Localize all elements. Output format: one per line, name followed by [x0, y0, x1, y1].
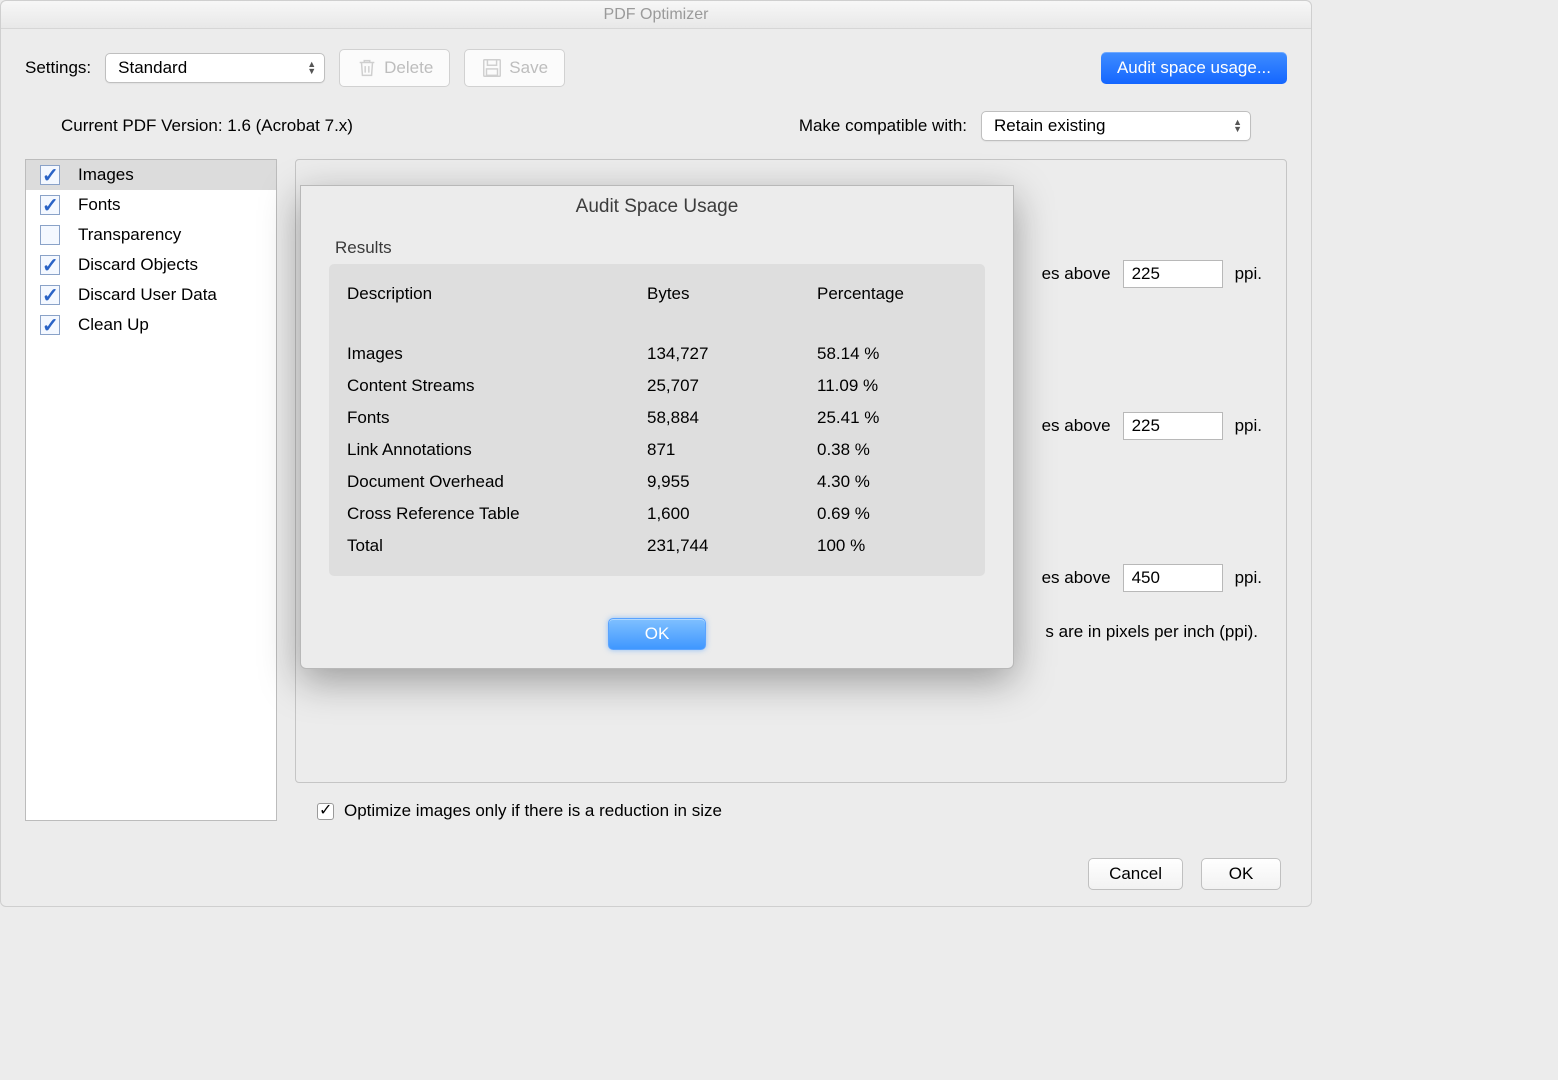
cell-desc: Link Annotations — [347, 440, 647, 460]
dialog-ok-button[interactable]: OK — [608, 618, 706, 650]
cell-pct: 58.14 % — [817, 344, 967, 364]
cell-desc: Total — [347, 536, 647, 556]
compatibility-select-value: Retain existing — [994, 116, 1106, 136]
checkbox-icon[interactable] — [40, 315, 60, 335]
settings-label: Settings: — [25, 58, 91, 78]
sidebar-item-label: Fonts — [78, 195, 121, 215]
checkbox-icon[interactable] — [40, 225, 60, 245]
delete-button-label: Delete — [384, 58, 433, 78]
cell-pct: 100 % — [817, 536, 967, 556]
sidebar-item-clean-up[interactable]: Clean Up — [26, 310, 276, 340]
table-row: Cross Reference Table 1,600 0.69 % — [347, 498, 967, 530]
save-button-label: Save — [509, 58, 548, 78]
make-compatible-label: Make compatible with: — [799, 116, 967, 136]
ppi-input-1[interactable] — [1123, 260, 1223, 288]
ppi-input-2[interactable] — [1123, 412, 1223, 440]
dialog-title: Audit Space Usage — [301, 186, 1013, 238]
checkbox-icon[interactable] — [40, 285, 60, 305]
audit-space-usage-button[interactable]: Audit space usage... — [1101, 52, 1287, 84]
audit-space-usage-dialog: Audit Space Usage Results Description By… — [300, 185, 1014, 669]
table-row: Images 134,727 58.14 % — [347, 338, 967, 370]
ppi-row-text: es above — [1042, 416, 1111, 436]
ppi-unit: ppi. — [1235, 264, 1262, 284]
settings-select-value: Standard — [118, 58, 187, 78]
sidebar-item-label: Images — [78, 165, 134, 185]
sidebar-item-fonts[interactable]: Fonts — [26, 190, 276, 220]
ppi-unit: ppi. — [1235, 568, 1262, 588]
optimize-only-if-reduction-row: Optimize images only if there is a reduc… — [295, 783, 1287, 821]
floppy-icon — [481, 56, 503, 80]
cell-bytes: 134,727 — [647, 344, 817, 364]
compatibility-select[interactable]: Retain existing ▲▼ — [981, 111, 1251, 141]
sidebar-item-images[interactable]: Images — [26, 160, 276, 190]
sidebar-item-discard-objects[interactable]: Discard Objects — [26, 250, 276, 280]
ppi-row-text: es above — [1042, 264, 1111, 284]
cell-bytes: 231,744 — [647, 536, 817, 556]
cell-bytes: 58,884 — [647, 408, 817, 428]
cell-bytes: 9,955 — [647, 472, 817, 492]
sidebar-item-label: Discard User Data — [78, 285, 217, 305]
optimize-only-checkbox[interactable] — [317, 803, 334, 820]
version-compat-row: Current PDF Version: 1.6 (Acrobat 7.x) M… — [1, 97, 1311, 149]
save-button: Save — [464, 49, 565, 87]
delete-button: Delete — [339, 49, 450, 87]
checkbox-icon[interactable] — [40, 195, 60, 215]
sidebar-item-label: Clean Up — [78, 315, 149, 335]
chevron-updown-icon: ▲▼ — [1233, 119, 1242, 133]
table-row: Link Annotations 871 0.38 % — [347, 434, 967, 466]
ppi-unit: ppi. — [1235, 416, 1262, 436]
cell-pct: 0.69 % — [817, 504, 967, 524]
table-row: Content Streams 25,707 11.09 % — [347, 370, 967, 402]
table-row: Fonts 58,884 25.41 % — [347, 402, 967, 434]
cell-desc: Images — [347, 344, 647, 364]
cell-bytes: 871 — [647, 440, 817, 460]
results-table: Description Bytes Percentage Images 134,… — [329, 264, 985, 576]
cell-pct: 11.09 % — [817, 376, 967, 396]
ok-button[interactable]: OK — [1201, 858, 1281, 890]
settings-select[interactable]: Standard ▲▼ — [105, 53, 325, 83]
results-header-row: Description Bytes Percentage — [347, 278, 967, 310]
sidebar-item-transparency[interactable]: Transparency — [26, 220, 276, 250]
pdf-optimizer-window: PDF Optimizer Settings: Standard ▲▼ Dele… — [0, 0, 1312, 907]
cell-desc: Fonts — [347, 408, 647, 428]
dialog-footer: Cancel OK — [1088, 858, 1281, 890]
current-pdf-version-label: Current PDF Version: 1.6 (Acrobat 7.x) — [61, 116, 353, 136]
col-header-bytes: Bytes — [647, 284, 817, 304]
cell-desc: Content Streams — [347, 376, 647, 396]
sidebar-item-label: Discard Objects — [78, 255, 198, 275]
cell-bytes: 1,600 — [647, 504, 817, 524]
checkbox-icon[interactable] — [40, 255, 60, 275]
table-row-total: Total 231,744 100 % — [347, 530, 967, 562]
cell-pct: 25.41 % — [817, 408, 967, 428]
cell-bytes: 25,707 — [647, 376, 817, 396]
cell-pct: 0.38 % — [817, 440, 967, 460]
col-header-percentage: Percentage — [817, 284, 967, 304]
ppi-row-text: es above — [1042, 568, 1111, 588]
cell-desc: Document Overhead — [347, 472, 647, 492]
col-header-description: Description — [347, 284, 647, 304]
ppi-input-3[interactable] — [1123, 564, 1223, 592]
category-sidebar: Images Fonts Transparency Discard Object… — [25, 159, 277, 821]
cell-desc: Cross Reference Table — [347, 504, 647, 524]
cell-pct: 4.30 % — [817, 472, 967, 492]
sidebar-item-discard-user-data[interactable]: Discard User Data — [26, 280, 276, 310]
window-title: PDF Optimizer — [1, 1, 1311, 29]
optimize-only-label: Optimize images only if there is a reduc… — [344, 801, 722, 821]
trash-icon — [356, 56, 378, 80]
cancel-button[interactable]: Cancel — [1088, 858, 1183, 890]
settings-toolbar: Settings: Standard ▲▼ Delete Save Audit … — [1, 29, 1311, 97]
results-label: Results — [301, 238, 1013, 264]
checkbox-icon[interactable] — [40, 165, 60, 185]
sidebar-item-label: Transparency — [78, 225, 181, 245]
chevron-updown-icon: ▲▼ — [307, 61, 316, 75]
table-row: Document Overhead 9,955 4.30 % — [347, 466, 967, 498]
